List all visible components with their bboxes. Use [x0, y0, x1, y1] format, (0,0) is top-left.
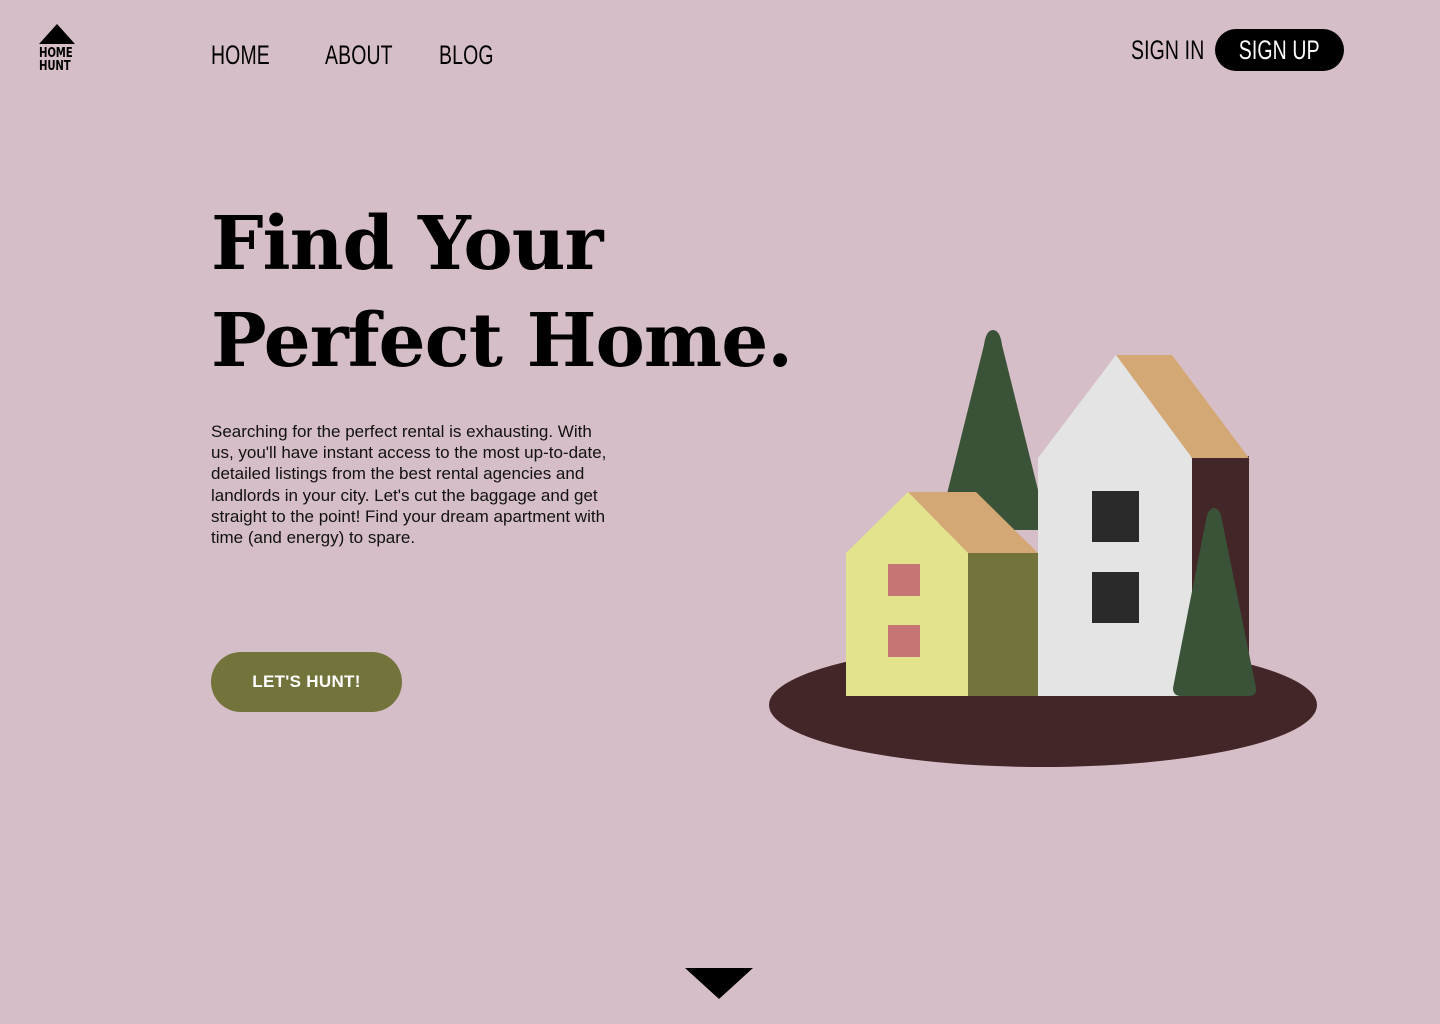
hero-headline-line1: Find Your [211, 201, 604, 287]
scroll-down-arrow-icon[interactable] [685, 968, 753, 999]
sign-up-button[interactable]: SIGN UP [1215, 29, 1344, 71]
logo[interactable]: HOME HUNT [38, 24, 78, 76]
small-house-side [968, 553, 1038, 696]
main-nav: HOME ABOUT BLOG [211, 40, 509, 71]
small-house-window-bottom [888, 625, 920, 657]
hero-headline: Find Your Perfect Home. [211, 196, 793, 390]
houses-illustration [769, 330, 1317, 767]
lets-hunt-button[interactable]: LET'S HUNT! [211, 652, 402, 712]
hero-headline-line2: Perfect Home. [211, 298, 793, 384]
nav-home[interactable]: HOME [211, 40, 270, 71]
logo-text-line2: HUNT [39, 59, 71, 74]
nav-about[interactable]: ABOUT [325, 40, 393, 71]
sign-in-link[interactable]: SIGN IN [1131, 35, 1204, 66]
hero-description: Searching for the perfect rental is exha… [211, 422, 607, 548]
nav-blog[interactable]: BLOG [439, 40, 493, 71]
house-roof-icon [39, 24, 75, 44]
small-house-window-top [888, 564, 920, 596]
auth-area: SIGN IN SIGN UP [1131, 29, 1344, 71]
tall-house-window-top [1092, 491, 1139, 542]
sign-up-label: SIGN UP [1239, 34, 1320, 65]
tall-house-window-bottom [1092, 572, 1139, 623]
